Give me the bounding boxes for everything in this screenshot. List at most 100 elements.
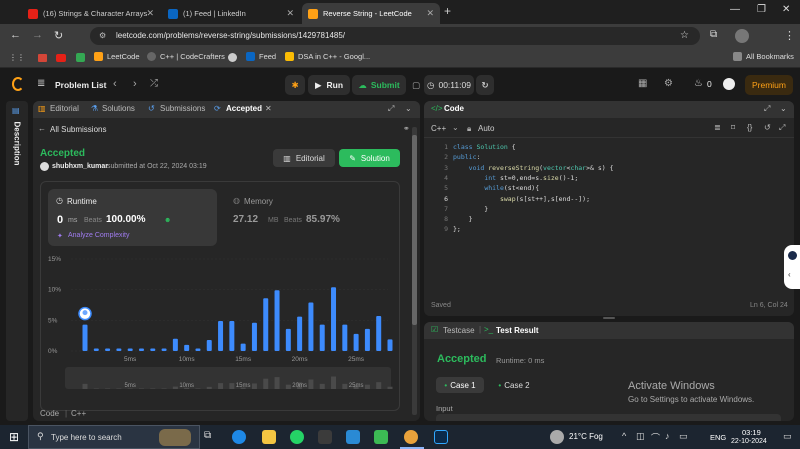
note-icon[interactable]: ▢ <box>410 75 422 95</box>
scrollbar-thumb[interactable] <box>412 135 417 325</box>
all-bookmarks[interactable]: All Bookmarks <box>733 52 794 61</box>
bookmark-star-icon[interactable]: ☆ <box>680 30 689 41</box>
bookmark-leetcode[interactable]: LeetCode <box>94 52 140 61</box>
next-problem-icon[interactable]: › <box>133 78 137 90</box>
tab-testcase[interactable]: Testcase <box>443 326 475 335</box>
case-1-button[interactable]: • Case 1 <box>436 377 484 393</box>
user-avatar[interactable] <box>40 162 49 171</box>
link-icon[interactable]: ⚭ <box>403 124 410 133</box>
chrome-icon[interactable] <box>404 430 418 444</box>
back-arrow-icon[interactable]: ← <box>38 124 46 133</box>
bookmark-feed[interactable]: Feed <box>246 52 276 61</box>
weather-text[interactable]: 21°C Fog <box>569 432 603 441</box>
side-widget[interactable]: ‹ <box>784 245 800 289</box>
problem-list-link[interactable]: Problem List <box>55 80 106 90</box>
description-tab[interactable]: Description <box>13 122 22 170</box>
maps-icon[interactable] <box>76 53 85 62</box>
whatsapp-icon[interactable] <box>290 430 304 444</box>
wifi-icon[interactable]: ⌒ <box>651 431 660 444</box>
url-input[interactable]: ⚙ leetcode.com/problems/reverse-string/s… <box>90 27 700 45</box>
restore-icon[interactable]: ❐ <box>757 4 766 15</box>
photoshop-icon[interactable] <box>434 430 448 444</box>
tab-youtube[interactable]: (16) Strings & Character Arrays ✕ <box>22 3 160 24</box>
memory-card[interactable]: ◍ Memory 27.12 MB Beats 85.97% <box>225 189 394 246</box>
runtime-distribution-chart[interactable]: 15% 10% 5% 0% 5ms 10ms 15ms 20ms 25ms 5ms 10ms 15ms… <box>43 251 398 396</box>
task-view-icon[interactable]: ⧉ <box>204 430 211 441</box>
edge-icon[interactable] <box>232 430 246 444</box>
reload-icon[interactable]: ↻ <box>54 29 63 42</box>
close-window-icon[interactable]: ✕ <box>782 4 790 15</box>
description-rail[interactable]: ▤ Description <box>6 101 28 421</box>
streak-icon[interactable]: ♨ <box>694 78 703 89</box>
all-submissions-link[interactable]: All Submissions <box>50 125 106 134</box>
premium-button[interactable]: Premium <box>745 75 793 95</box>
camtasia-icon[interactable] <box>374 430 388 444</box>
clock-time[interactable]: 03:19 <box>742 428 761 437</box>
reset-icon[interactable]: ↺ <box>764 123 771 132</box>
mail-icon[interactable] <box>318 430 332 444</box>
case-2-button[interactable]: • Case 2 <box>490 377 538 393</box>
extensions-icon[interactable]: ⧉ <box>710 29 717 40</box>
reset-timer-icon[interactable]: ↻ <box>476 75 494 95</box>
bookmark-codecrafters[interactable]: C++ | CodeCrafters <box>147 52 225 61</box>
github-icon[interactable] <box>228 53 237 62</box>
more-icon[interactable]: ⌄ <box>405 104 412 113</box>
gmail-icon[interactable] <box>38 54 47 62</box>
minimize-icon[interactable]: — <box>730 4 740 15</box>
windows-start-icon[interactable]: ⊞ <box>9 430 19 444</box>
site-info-icon[interactable]: ⚙ <box>99 31 106 40</box>
maximize-icon[interactable]: ⤢ <box>388 104 394 114</box>
taskbar-search[interactable]: ⚲ Type here to search <box>28 425 200 449</box>
settings-icon[interactable]: ⚙ <box>664 78 673 89</box>
close-tab-icon[interactable]: ✕ <box>426 8 434 19</box>
tab-solutions[interactable]: Solutions <box>102 104 135 113</box>
analyze-complexity-link[interactable]: Analyze Complexity <box>68 232 129 239</box>
close-tab-icon[interactable]: ✕ <box>265 104 272 113</box>
username[interactable]: shubhxm_kumar <box>52 163 108 170</box>
editorial-button[interactable]: ▥ Editorial <box>273 149 335 167</box>
shuffle-icon[interactable]: ⤮ <box>150 78 158 89</box>
format-icon[interactable]: ≣ <box>714 123 721 132</box>
forward-icon[interactable]: → <box>32 29 43 41</box>
close-tab-icon[interactable]: ✕ <box>286 8 294 19</box>
menu-icon[interactable]: ⋮ <box>784 29 795 42</box>
volume-icon[interactable]: ♪ <box>665 431 670 441</box>
new-tab-button[interactable]: + <box>444 4 451 18</box>
clock-date[interactable]: 22-10-2024 <box>731 438 767 445</box>
tab-linkedin[interactable]: (1) Feed | LinkedIn ✕ <box>162 3 300 24</box>
debug-icon[interactable]: ✱ <box>285 75 305 95</box>
bookmark-icon[interactable]: ⌑ <box>731 123 735 132</box>
more-icon[interactable]: ⌄ <box>780 104 787 113</box>
braces-icon[interactable]: {} <box>747 123 752 132</box>
tab-test-result[interactable]: Test Result <box>496 326 539 335</box>
fullscreen-icon[interactable]: ⤢ <box>779 123 785 133</box>
prev-problem-icon[interactable]: ‹ <box>113 78 117 90</box>
network-icon[interactable]: ◫ <box>636 431 645 442</box>
close-tab-icon[interactable]: ✕ <box>146 8 154 19</box>
solution-button[interactable]: ✎ Solution <box>339 149 400 167</box>
tab-leetcode[interactable]: Reverse String - LeetCode ✕ <box>302 3 440 24</box>
submit-button[interactable]: ☁ Submit <box>352 75 406 95</box>
resize-handle[interactable] <box>603 317 615 319</box>
tray-chevron-icon[interactable]: ^ <box>622 431 626 441</box>
chevron-left-icon[interactable]: ‹ <box>788 270 791 279</box>
chevron-down-icon[interactable]: ⌄ <box>452 123 459 132</box>
user-avatar[interactable] <box>723 78 735 90</box>
notification-icon[interactable]: ▭ <box>783 431 792 442</box>
bookmark-dsa[interactable]: DSA in C++ - Googl... <box>285 52 370 61</box>
maximize-icon[interactable]: ⤢ <box>764 104 770 114</box>
youtube-icon[interactable] <box>56 54 66 62</box>
runtime-card[interactable]: ◷ Runtime 0 ms Beats 100.00% ☻ ✦ Analyze… <box>48 189 217 246</box>
timer[interactable]: ◷ 00:11:09 <box>424 75 474 95</box>
layout-icon[interactable]: ▦ <box>638 78 647 89</box>
language-select[interactable]: C++ <box>431 124 446 133</box>
profile-avatar[interactable] <box>735 29 749 43</box>
input-language[interactable]: ENG <box>710 433 726 442</box>
file-explorer-icon[interactable] <box>262 430 276 444</box>
run-button[interactable]: ▶ Run <box>308 75 350 95</box>
assistant-icon[interactable] <box>788 251 797 260</box>
tab-submissions[interactable]: Submissions <box>160 104 205 113</box>
tab-accepted[interactable]: Accepted <box>226 104 262 113</box>
leetcode-logo-icon[interactable] <box>12 77 24 91</box>
scrollbar[interactable] <box>412 127 417 415</box>
